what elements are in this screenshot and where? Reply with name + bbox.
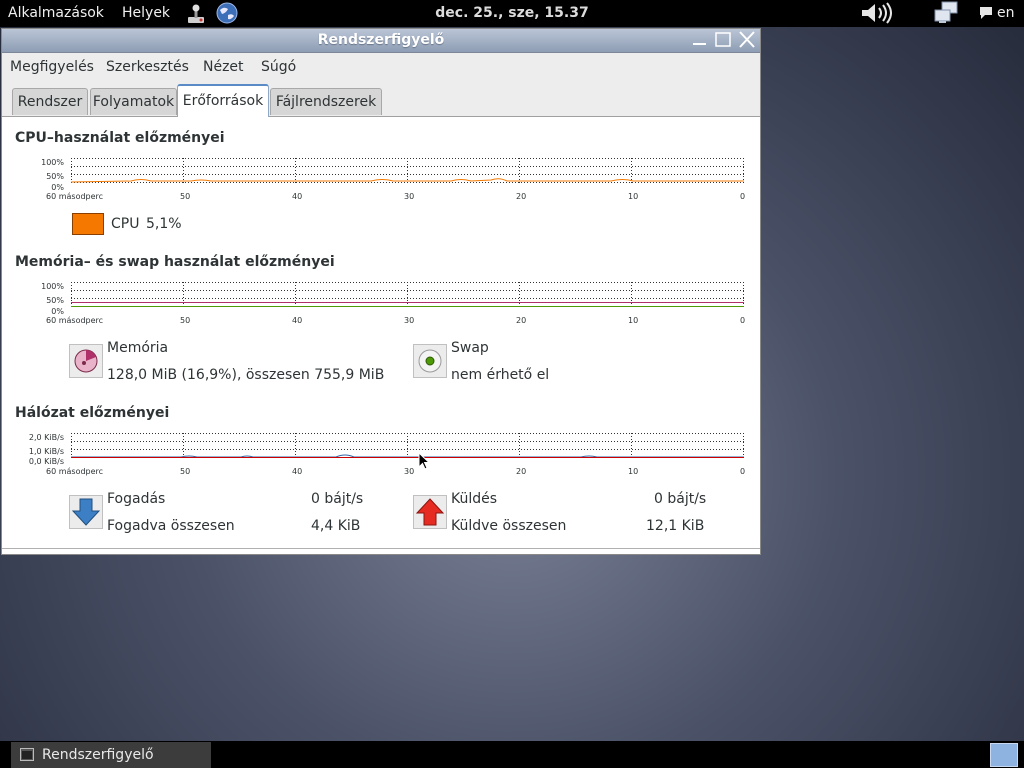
memory-x-label-10: 10 <box>628 316 639 325</box>
network-section-title: Hálózat előzményei <box>15 405 170 421</box>
memory-pie-icon[interactable] <box>69 344 103 378</box>
memory-label: Memória <box>107 340 169 356</box>
cpu-x-label-20: 20 <box>516 192 527 201</box>
mouse-pointer-icon <box>418 452 431 470</box>
network-x-label-30: 30 <box>404 467 415 476</box>
network-y-label-min: 0,0 KiB/s <box>28 457 64 466</box>
window-bottom-divider <box>2 548 760 549</box>
cpu-history-graph <box>71 158 744 185</box>
receive-label: Fogadás <box>107 491 166 507</box>
cpu-x-label-30: 30 <box>404 192 415 201</box>
cpu-x-label-60: 60 másodperc <box>46 192 104 201</box>
tab-bar: Rendszer Folyamatok Erőforrások Fájlrend… <box>2 81 760 117</box>
swap-label: Swap <box>451 340 489 356</box>
memory-y-label-min: 0% <box>51 307 64 316</box>
menu-monitor[interactable]: Megfigyelés <box>10 59 94 75</box>
keyboard-layout-indicator[interactable]: en <box>997 5 1015 21</box>
cpu-x-label-10: 10 <box>628 192 639 201</box>
swap-pie-icon[interactable] <box>413 344 447 378</box>
places-menu[interactable]: Helyek <box>122 5 170 21</box>
cpu-x-label-50: 50 <box>180 192 191 201</box>
menu-help[interactable]: Súgó <box>261 59 296 75</box>
memory-x-label-40: 40 <box>292 316 303 325</box>
menu-edit[interactable]: Szerkesztés <box>106 59 189 75</box>
network-x-label-10: 10 <box>628 467 639 476</box>
receive-total-label: Fogadva összesen <box>107 518 235 534</box>
memory-y-label-max: 100% <box>41 282 64 291</box>
network-y-label-max: 2,0 KiB/s <box>28 433 64 442</box>
system-monitor-window: Rendszerfigyelő Megfigyelés Szerkesztés … <box>1 28 761 555</box>
send-label: Küldés <box>451 491 498 507</box>
swap-value: nem érhető el <box>451 367 550 383</box>
chat-icon[interactable] <box>978 5 994 25</box>
window-title: Rendszerfigyelő <box>317 32 445 48</box>
network-y-label-mid: 1,0 KiB/s <box>28 447 64 456</box>
menu-view[interactable]: Nézet <box>203 59 244 75</box>
memory-x-label-50: 50 <box>180 316 191 325</box>
applications-menu[interactable]: Alkalmazások <box>8 5 104 21</box>
memory-value: 128,0 MiB (16,9%), összesen 755,9 MiB <box>107 367 385 383</box>
terminal-window-icon <box>20 748 34 765</box>
network-x-label-50: 50 <box>180 467 191 476</box>
resources-panel: CPU–használat előzményei 100% 50% 0% 60 … <box>2 117 760 553</box>
minimize-button[interactable] <box>690 31 710 49</box>
bottom-panel: Rendszerfigyelő <box>0 741 1024 768</box>
menu-bar: Megfigyelés Szerkesztés Nézet Súgó <box>2 53 760 81</box>
memory-x-label-30: 30 <box>404 316 415 325</box>
send-arrow-icon[interactable] <box>413 495 447 529</box>
cpu-y-label-max: 100% <box>41 158 64 167</box>
network-x-label-20: 20 <box>516 467 527 476</box>
network-history-graph <box>71 433 744 460</box>
memory-history-graph <box>71 282 744 309</box>
taskbar-item-system-monitor[interactable]: Rendszerfigyelő <box>11 742 211 768</box>
cpu-section-title: CPU–használat előzményei <box>15 130 225 146</box>
send-total: 12,1 KiB <box>646 518 705 534</box>
tab-filesystems[interactable]: Fájlrendszerek <box>270 88 382 115</box>
network-receive-line <box>71 454 744 458</box>
receive-rate: 0 bájt/s <box>311 491 364 507</box>
network-x-label-60: 60 másodperc <box>46 467 104 476</box>
send-rate: 0 bájt/s <box>654 491 707 507</box>
cpu-y-label-min: 0% <box>51 183 64 192</box>
network-x-label-40: 40 <box>292 467 303 476</box>
title-bar[interactable]: Rendszerfigyelő <box>2 29 760 53</box>
cpu-color-swatch[interactable] <box>72 213 104 235</box>
tab-system[interactable]: Rendszer <box>12 88 88 115</box>
network-icon[interactable] <box>933 1 959 29</box>
close-button[interactable] <box>737 31 757 49</box>
cpu-x-label-0: 0 <box>740 192 746 201</box>
taskbar-item-label: Rendszerfigyelő <box>42 747 154 763</box>
receive-arrow-icon[interactable] <box>69 495 103 529</box>
receive-total: 4,4 KiB <box>311 518 361 534</box>
send-total-label: Küldve összesen <box>451 518 567 534</box>
memory-x-label-60: 60 másodperc <box>46 316 104 325</box>
memory-section-title: Memória– és swap használat előzményei <box>15 254 335 270</box>
tab-resources[interactable]: Erőforrások <box>177 84 269 117</box>
memory-x-label-20: 20 <box>516 316 527 325</box>
cpu-x-label-40: 40 <box>292 192 303 201</box>
cpu-y-label-mid: 50% <box>46 172 64 181</box>
cpu-legend-label: CPU <box>111 216 140 232</box>
network-x-label-0: 0 <box>740 467 746 476</box>
volume-icon[interactable] <box>860 2 898 28</box>
workspace-switcher[interactable] <box>990 743 1018 767</box>
top-panel: Alkalmazások Helyek dec. 25., sze, 15.37 <box>0 0 1024 27</box>
cpu-legend-value: 5,1% <box>146 216 182 232</box>
joystick-icon[interactable] <box>185 3 207 29</box>
maximize-button[interactable] <box>713 31 733 49</box>
memory-y-label-mid: 50% <box>46 296 64 305</box>
globe-browser-icon[interactable] <box>215 1 239 29</box>
memory-x-label-0: 0 <box>740 316 746 325</box>
tab-processes[interactable]: Folyamatok <box>90 88 177 115</box>
